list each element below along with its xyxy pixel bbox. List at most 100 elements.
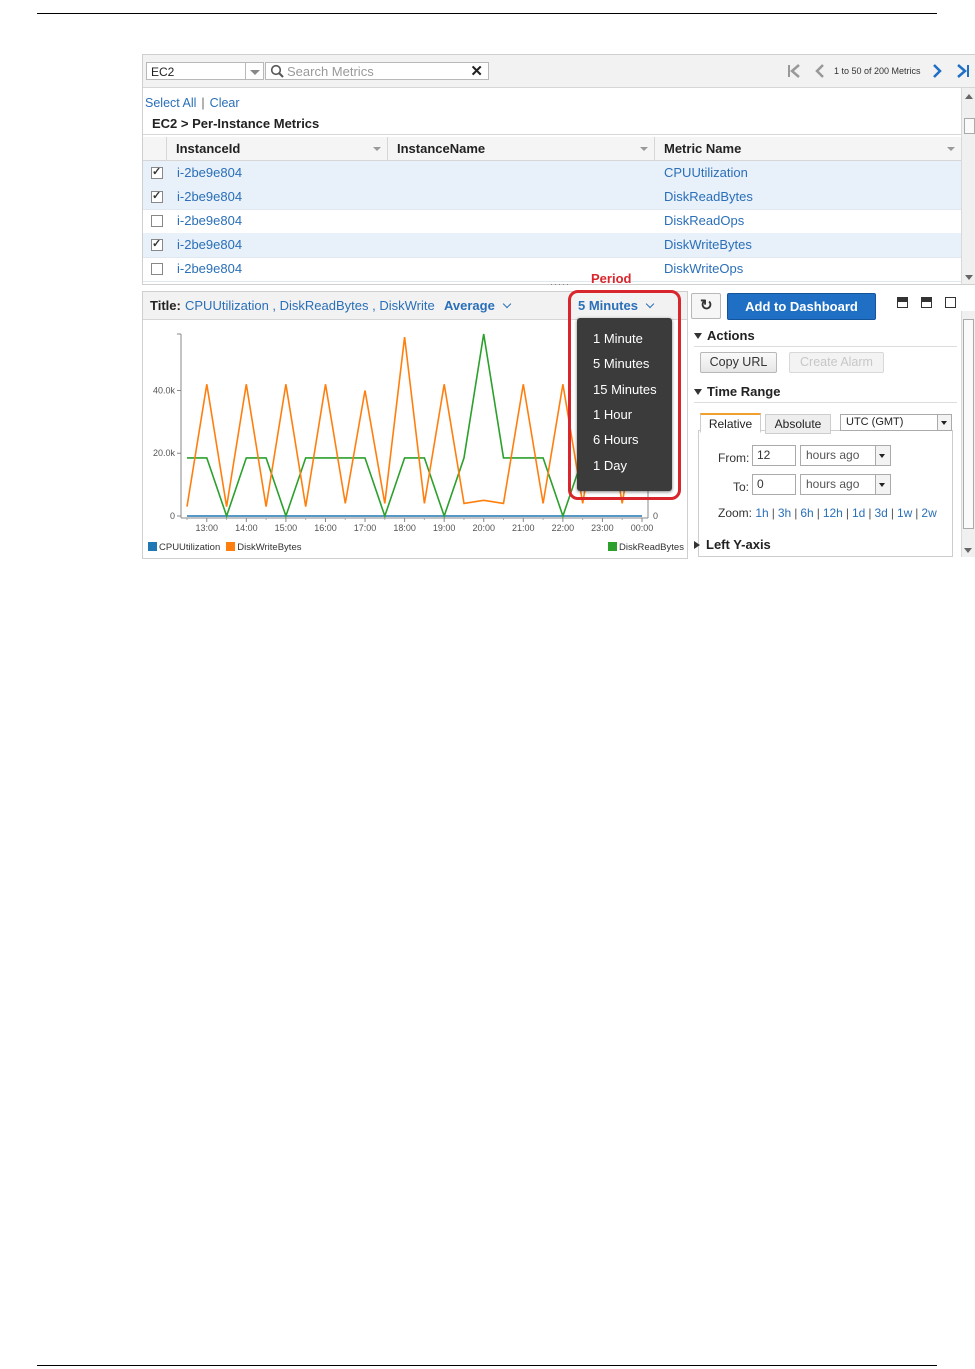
to-unit-select[interactable]: hours ago	[800, 474, 891, 495]
create-alarm-button[interactable]: Create Alarm	[789, 352, 884, 373]
zoom-1d[interactable]: 1d	[852, 506, 865, 520]
instance-id-cell[interactable]: i-2be9e804	[177, 161, 242, 185]
zoom-12h[interactable]: 12h	[823, 506, 843, 520]
expand-icon	[694, 541, 700, 549]
chevron-down-icon	[502, 299, 512, 309]
scroll-down-icon[interactable]	[964, 548, 972, 553]
from-field[interactable]: 12	[752, 445, 796, 466]
menu-item-1-hour[interactable]: 1 Hour	[593, 407, 632, 422]
options-panel: ↻ Add to Dashboard Actions Copy URL Crea…	[691, 291, 975, 557]
close-icon[interactable]: ✕	[470, 63, 483, 80]
actions-section-header[interactable]: Actions	[694, 328, 755, 343]
metric-name-cell[interactable]: DiskReadBytes	[664, 185, 753, 209]
x-tick-label: 23:00	[591, 523, 614, 533]
from-unit-select[interactable]: hours ago	[800, 445, 891, 466]
metric-name-cell[interactable]: DiskWriteBytes	[664, 233, 752, 257]
chevron-down-icon	[875, 475, 890, 494]
tab-relative[interactable]: Relative	[700, 413, 761, 433]
chevron-down-icon	[937, 415, 951, 430]
chart-legend-right: DiskReadBytes	[608, 542, 684, 553]
scroll-up-icon[interactable]	[965, 94, 973, 99]
y-tick-label: 40.0k	[153, 385, 176, 395]
metric-name-cell[interactable]: DiskWriteOps	[664, 257, 743, 281]
row-checkbox[interactable]	[151, 189, 163, 203]
zoom-6h[interactable]: 6h	[800, 506, 813, 520]
zoom-2w[interactable]: 2w	[921, 506, 936, 520]
minimize-icon[interactable]	[897, 297, 908, 308]
zoom-1w[interactable]: 1w	[897, 506, 912, 520]
options-scrollbar[interactable]	[961, 311, 975, 557]
scroll-thumb[interactable]	[963, 319, 974, 529]
refresh-button[interactable]: ↻	[691, 293, 721, 319]
instance-id-cell[interactable]: i-2be9e804	[177, 185, 242, 209]
first-page-icon[interactable]	[786, 63, 802, 79]
select-all-link[interactable]: Select All	[145, 96, 196, 110]
column-header-instanceid[interactable]: InstanceId	[166, 137, 387, 160]
menu-item-5-minutes[interactable]: 5 Minutes	[593, 356, 649, 371]
tab-absolute[interactable]: Absolute	[765, 414, 831, 434]
statistic-dropdown[interactable]: Average	[444, 292, 512, 319]
metric-name-cell[interactable]: CPUUtilization	[664, 161, 748, 185]
legend-swatch	[608, 542, 617, 551]
time-range-section-header[interactable]: Time Range	[694, 384, 780, 399]
menu-item-1-day[interactable]: 1 Day	[593, 458, 627, 473]
row-checkbox[interactable]	[151, 263, 163, 275]
column-header-instancename[interactable]: InstanceName	[387, 137, 654, 160]
legend-item[interactable]: CPUUtilization	[148, 542, 220, 553]
zoom-1h[interactable]: 1h	[755, 506, 768, 520]
scroll-down-icon[interactable]	[965, 275, 973, 280]
graph-title-value[interactable]: CPUUtilization , DiskReadBytes , DiskWri…	[185, 292, 435, 319]
search-input[interactable]: Search Metrics ✕	[265, 62, 489, 80]
column-header-metric-name[interactable]: Metric Name	[654, 137, 961, 160]
refresh-icon: ↻	[700, 297, 713, 314]
table-row[interactable]: i-2be9e804 DiskReadOps	[143, 209, 961, 234]
sort-icon	[640, 147, 648, 151]
clear-link[interactable]: Clear	[210, 96, 240, 110]
x-tick-label: 13:00	[196, 523, 219, 533]
last-page-icon[interactable]	[955, 63, 971, 79]
menu-item-6-hours[interactable]: 6 Hours	[593, 432, 639, 447]
table-row[interactable]: i-2be9e804 DiskWriteBytes	[143, 233, 961, 258]
namespace-select[interactable]: EC2	[146, 62, 246, 80]
right-y-tick-label: 0	[653, 511, 658, 521]
scroll-thumb[interactable]	[964, 118, 975, 134]
selection-links: Select All | Clear	[145, 96, 240, 110]
timezone-select[interactable]: UTC (GMT)	[840, 414, 952, 431]
pager-status: 1 to 50 of 200 Metrics	[834, 66, 921, 76]
add-to-dashboard-button[interactable]: Add to Dashboard	[727, 293, 876, 320]
instance-id-cell[interactable]: i-2be9e804	[177, 209, 242, 233]
next-page-icon[interactable]	[929, 63, 945, 79]
row-checkbox[interactable]	[151, 165, 163, 179]
x-tick-label: 17:00	[354, 523, 377, 533]
legend-item[interactable]: DiskReadBytes	[608, 542, 684, 553]
resize-handle[interactable]: ·····	[550, 279, 570, 289]
link-separator: |	[201, 96, 205, 110]
zoom-3d[interactable]: 3d	[874, 506, 887, 520]
copy-url-button[interactable]: Copy URL	[700, 352, 777, 373]
chevron-down-icon[interactable]	[246, 62, 264, 80]
maximize-icon[interactable]	[945, 297, 956, 308]
breadcrumb: EC2 > Per-Instance Metrics	[143, 113, 961, 135]
instance-id-cell[interactable]: i-2be9e804	[177, 233, 242, 257]
table-row[interactable]: i-2be9e804 CPUUtilization	[143, 161, 961, 186]
chart-legend: CPUUtilization DiskWriteBytes	[148, 542, 307, 553]
chevron-down-icon	[875, 446, 890, 465]
metric-name-cell[interactable]: DiskReadOps	[664, 209, 744, 233]
legend-item[interactable]: DiskWriteBytes	[226, 542, 301, 553]
y-tick-label: 0	[170, 511, 175, 521]
table-row[interactable]: i-2be9e804 DiskReadBytes	[143, 185, 961, 210]
row-checkbox[interactable]	[151, 237, 163, 251]
to-field[interactable]: 0	[752, 474, 796, 495]
zoom-3h[interactable]: 3h	[778, 506, 791, 520]
instance-id-cell[interactable]: i-2be9e804	[177, 257, 242, 281]
search-placeholder: Search Metrics	[287, 64, 374, 79]
x-tick-label: 18:00	[393, 523, 416, 533]
graph-title-label: Title:	[150, 298, 181, 313]
row-checkbox[interactable]	[151, 215, 163, 227]
restore-icon[interactable]	[921, 297, 932, 308]
menu-item-15-minutes[interactable]: 15 Minutes	[593, 382, 657, 397]
table-scrollbar[interactable]	[961, 88, 975, 284]
left-y-axis-section-header[interactable]: Left Y-axis	[694, 537, 771, 552]
previous-page-icon[interactable]	[812, 63, 828, 79]
menu-item-1-minute[interactable]: 1 Minute	[593, 331, 643, 346]
